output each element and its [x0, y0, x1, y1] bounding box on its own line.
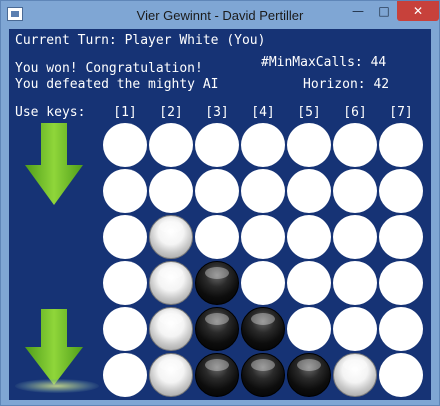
white-disc[interactable] [149, 353, 193, 397]
column-key-label: [2] [159, 105, 183, 120]
win-message-line1: You won! Congratulation! [15, 61, 203, 76]
empty-slot[interactable] [103, 353, 147, 397]
empty-slot[interactable] [149, 123, 193, 167]
black-disc[interactable] [287, 353, 331, 397]
empty-slot[interactable] [333, 261, 377, 305]
empty-slot[interactable] [241, 169, 285, 213]
empty-slot[interactable] [287, 123, 331, 167]
column-key-label: [3] [205, 105, 229, 120]
black-disc[interactable] [241, 353, 285, 397]
white-disc[interactable] [149, 307, 193, 351]
empty-slot[interactable] [241, 215, 285, 259]
empty-slot[interactable] [103, 169, 147, 213]
empty-slot[interactable] [103, 307, 147, 351]
minmax-calls-text: #MinMaxCalls: 44 [261, 55, 387, 70]
column-key-label: [1] [113, 105, 137, 120]
empty-slot[interactable] [333, 169, 377, 213]
empty-slot[interactable] [379, 261, 423, 305]
empty-slot[interactable] [195, 169, 239, 213]
close-button[interactable]: ✕ [397, 1, 439, 21]
empty-slot[interactable] [195, 215, 239, 259]
empty-slot[interactable] [333, 123, 377, 167]
empty-slot[interactable] [379, 169, 423, 213]
black-disc[interactable] [195, 261, 239, 305]
white-disc[interactable] [333, 353, 377, 397]
empty-slot[interactable] [241, 261, 285, 305]
empty-slot[interactable] [195, 123, 239, 167]
empty-slot[interactable] [379, 307, 423, 351]
empty-slot[interactable] [149, 169, 193, 213]
empty-slot[interactable] [287, 261, 331, 305]
app-window: Vier Gewinnt - David Pertiller — □ ✕ Cur… [0, 0, 440, 406]
horizon-text: Horizon: 42 [303, 77, 390, 92]
black-disc[interactable] [195, 353, 239, 397]
title-bar[interactable]: Vier Gewinnt - David Pertiller — □ ✕ [1, 1, 439, 29]
empty-slot[interactable] [241, 123, 285, 167]
use-keys-label: Use keys: [15, 105, 86, 120]
empty-slot[interactable] [379, 353, 423, 397]
win-message-line2: You defeated the mighty AI [15, 77, 219, 92]
empty-slot[interactable] [333, 307, 377, 351]
empty-slot[interactable] [287, 215, 331, 259]
column-key-label: [6] [343, 105, 367, 120]
column-key-label: [5] [297, 105, 321, 120]
column-key-label: [4] [251, 105, 275, 120]
game-area: Current Turn: Player White (You) You won… [9, 29, 431, 400]
empty-slot[interactable] [379, 123, 423, 167]
empty-slot[interactable] [287, 307, 331, 351]
arrow-glow [15, 379, 99, 393]
black-disc[interactable] [241, 307, 285, 351]
empty-slot[interactable] [333, 215, 377, 259]
white-disc[interactable] [149, 215, 193, 259]
empty-slot[interactable] [379, 215, 423, 259]
current-turn-text: Current Turn: Player White (You) [15, 33, 266, 48]
white-disc[interactable] [149, 261, 193, 305]
minimize-button[interactable]: — [345, 1, 371, 21]
maximize-button[interactable]: □ [371, 1, 397, 21]
black-disc[interactable] [195, 307, 239, 351]
empty-slot[interactable] [103, 123, 147, 167]
empty-slot[interactable] [103, 261, 147, 305]
column-key-label: [7] [389, 105, 413, 120]
down-arrow-icon [25, 309, 83, 385]
down-arrow-icon [25, 123, 83, 205]
empty-slot[interactable] [103, 215, 147, 259]
empty-slot[interactable] [287, 169, 331, 213]
